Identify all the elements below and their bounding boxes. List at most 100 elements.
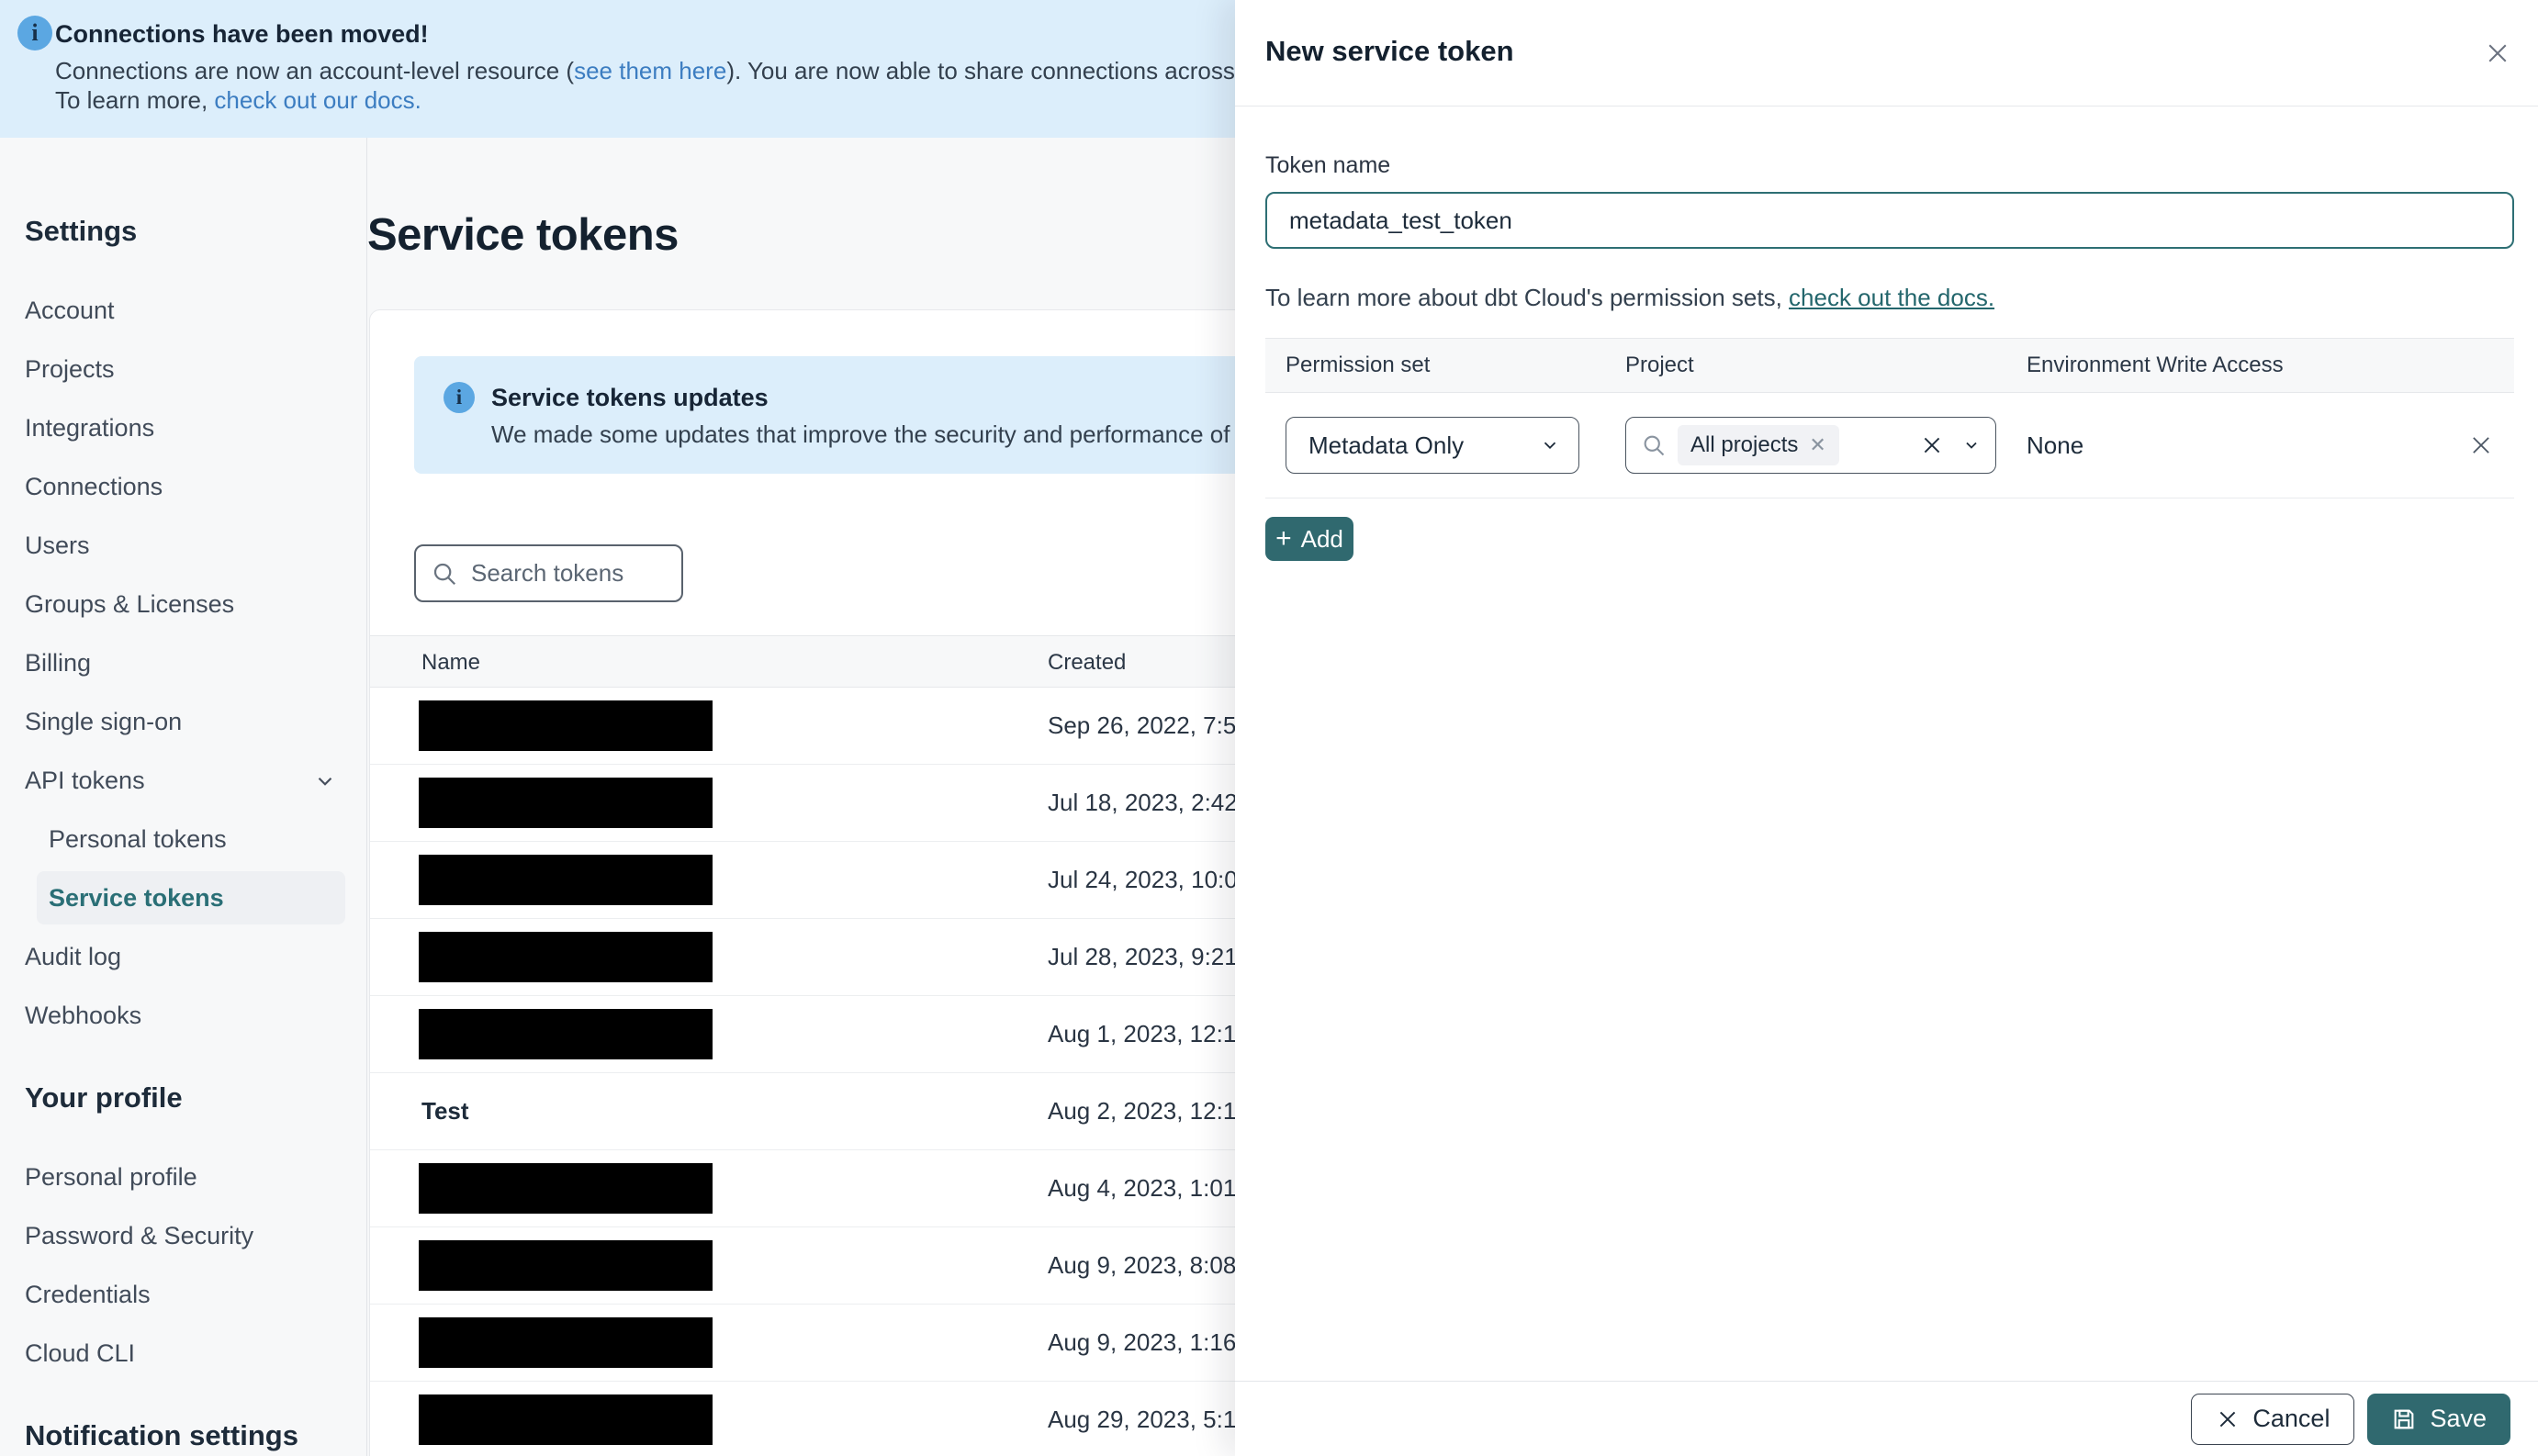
sidebar-item-billing[interactable]: Billing	[25, 633, 348, 692]
drawer-title: New service token	[1265, 35, 1514, 67]
sidebar-item-label: Users	[25, 532, 90, 559]
chevron-down-icon	[1544, 442, 1556, 450]
redacted-token-name	[419, 1394, 713, 1445]
sidebar-item-cloud-cli[interactable]: Cloud CLI	[25, 1324, 348, 1383]
cancel-button[interactable]: Cancel	[2191, 1393, 2355, 1445]
search-icon	[433, 563, 456, 585]
project-chip[interactable]: All projects ✕	[1678, 425, 1839, 465]
add-button-label: Add	[1300, 524, 1343, 553]
sidebar-item-personal-profile[interactable]: Personal profile	[25, 1148, 348, 1206]
sidebar-item-label: Integrations	[25, 414, 155, 442]
save-icon	[2395, 1409, 2414, 1428]
sidebar-item-single-sign-on[interactable]: Single sign-on	[25, 692, 348, 751]
sidebar-item-groups-licenses[interactable]: Groups & Licenses	[25, 575, 348, 633]
search-tokens-box[interactable]	[414, 544, 683, 602]
token-name-input[interactable]	[1265, 192, 2514, 249]
help-prefix: To learn more about dbt Cloud's permissi…	[1265, 284, 1790, 311]
redacted-token-name	[419, 1317, 713, 1368]
see-them-here-link[interactable]: see them here	[574, 57, 726, 84]
project-combobox[interactable]: All projects ✕	[1625, 417, 1996, 474]
sidebar-item-label: Groups & Licenses	[25, 590, 235, 618]
project-chip-label: All projects	[1690, 432, 1799, 457]
column-header-name: Name	[421, 650, 481, 675]
sidebar-item-projects[interactable]: Projects	[25, 340, 348, 398]
sidebar-item-label: Password & Security	[25, 1222, 254, 1249]
sidebar-heading-notification-settings: Notification settings	[25, 1419, 298, 1451]
permission-help-text: To learn more about dbt Cloud's permissi…	[1265, 284, 2514, 312]
column-header-created: Created	[1048, 650, 1127, 675]
banner-title: Connections have been moved!	[55, 20, 429, 48]
banner-learn-more-text: To learn more,	[55, 86, 215, 114]
sidebar-item-service-tokens[interactable]: Service tokens	[37, 871, 345, 924]
sidebar-item-label: API tokens	[25, 767, 145, 794]
sidebar-item-users[interactable]: Users	[25, 516, 348, 575]
token-name-cell: Test	[421, 1097, 469, 1125]
redacted-token-name	[419, 932, 713, 982]
delete-row-icon[interactable]	[2463, 427, 2499, 464]
sidebar-item-label: Projects	[25, 355, 115, 383]
close-icon	[2220, 1411, 2236, 1427]
dbt-cloud-settings-page: i Connections have been moved! Connectio…	[0, 0, 2538, 1456]
sidebar-item-personal-tokens[interactable]: Personal tokens	[25, 810, 348, 868]
sidebar-item-label: Audit log	[25, 943, 122, 970]
column-header-project: Project	[1625, 353, 1694, 377]
check-out-docs-link[interactable]: check out our docs.	[214, 86, 421, 114]
drawer-header: New service token	[1235, 0, 2538, 106]
sidebar-item-label: Credentials	[25, 1281, 151, 1308]
settings-sidebar: Settings Account Projects Integrations Conn…	[0, 138, 367, 1456]
sidebar-settings-items: Account Projects Integrations Connections Us…	[25, 281, 348, 1045]
save-button[interactable]: Save	[2367, 1393, 2510, 1445]
plus-icon: +	[1275, 523, 1292, 554]
redacted-token-name	[419, 855, 713, 905]
sidebar-item-api-tokens[interactable]: API tokens	[25, 751, 348, 810]
save-button-label: Save	[2430, 1405, 2487, 1432]
cancel-button-label: Cancel	[2252, 1405, 2330, 1432]
info-icon: i	[444, 382, 475, 413]
sidebar-item-credentials[interactable]: Credentials	[25, 1265, 348, 1324]
sidebar-item-label: Personal profile	[25, 1163, 197, 1191]
sidebar-item-account[interactable]: Account	[25, 281, 348, 340]
sidebar-heading-your-profile: Your profile	[25, 1081, 183, 1114]
permission-row: Metadata Only All projects ✕ None	[1265, 393, 2514, 498]
page-title: Service tokens	[367, 210, 679, 260]
banner-body-text: Connections are now an account-level res…	[55, 57, 575, 84]
permission-set-select[interactable]: Metadata Only	[1286, 417, 1579, 474]
sidebar-item-label: Personal tokens	[49, 825, 227, 853]
sidebar-heading-settings: Settings	[25, 215, 138, 247]
sidebar-item-label: Single sign-on	[25, 708, 183, 735]
permission-set-value: Metadata Only	[1308, 431, 1465, 459]
close-icon[interactable]	[2479, 35, 2516, 72]
drawer-footer: Cancel Save	[1235, 1381, 2538, 1456]
permissions-table-header: Permission set Project Environment Write…	[1265, 338, 2514, 393]
sidebar-item-label: Billing	[25, 649, 92, 677]
search-icon	[1644, 435, 1665, 456]
new-service-token-drawer: New service token Token name To learn mo…	[1235, 0, 2538, 1456]
banner-learn-more: To learn more, check out our docs.	[55, 86, 421, 115]
chevron-down-icon[interactable]	[1962, 436, 1981, 454]
clear-selection-icon[interactable]	[1920, 433, 1944, 457]
chevron-down-icon[interactable]	[313, 769, 337, 793]
column-header-permission-set: Permission set	[1286, 353, 1431, 377]
infobox-title: Service tokens updates	[491, 384, 769, 411]
sidebar-profile-items: Personal profile Password & Security Crede…	[25, 1148, 348, 1383]
redacted-token-name	[419, 700, 713, 751]
redacted-token-name	[419, 1009, 713, 1059]
sidebar-item-label: Webhooks	[25, 1002, 142, 1029]
search-tokens-input[interactable]	[471, 559, 655, 588]
redacted-token-name	[419, 1240, 713, 1291]
token-name-label: Token name	[1265, 152, 1391, 178]
environment-write-access-value: None	[2027, 431, 2084, 459]
sidebar-item-audit-log[interactable]: Audit log	[25, 927, 348, 986]
chip-remove-icon[interactable]: ✕	[1809, 433, 1825, 457]
info-icon: i	[17, 16, 52, 50]
sidebar-item-webhooks[interactable]: Webhooks	[25, 986, 348, 1045]
add-permission-button[interactable]: + Add	[1265, 517, 1353, 561]
redacted-token-name	[419, 778, 713, 828]
sidebar-item-integrations[interactable]: Integrations	[25, 398, 348, 457]
redacted-token-name	[419, 1163, 713, 1214]
sidebar-item-connections[interactable]: Connections	[25, 457, 348, 516]
drawer-body: Token name To learn more about dbt Cloud…	[1265, 106, 2514, 561]
check-out-the-docs-link[interactable]: check out the docs.	[1789, 284, 1994, 311]
sidebar-item-label: Connections	[25, 473, 163, 500]
sidebar-item-password-security[interactable]: Password & Security	[25, 1206, 348, 1265]
